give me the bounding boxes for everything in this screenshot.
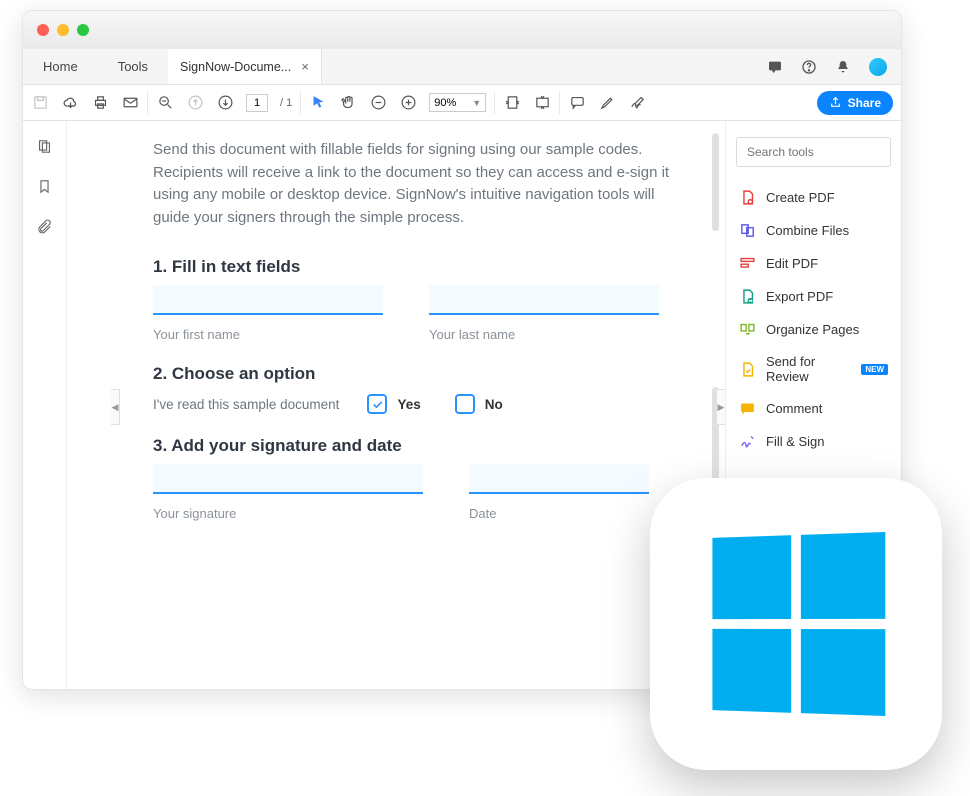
- first-name-label: Your first name: [153, 327, 383, 342]
- tool-icon: [739, 189, 756, 206]
- titlebar: [23, 11, 901, 49]
- date-input[interactable]: [469, 464, 649, 494]
- pointer-icon[interactable]: [309, 94, 327, 112]
- plus-circle-icon[interactable]: [399, 94, 417, 112]
- page-up-icon[interactable]: [186, 94, 204, 112]
- maximize-window-button[interactable]: [77, 24, 89, 36]
- zoom-value: 90%: [434, 97, 468, 109]
- tool-item-comment[interactable]: Comment: [736, 392, 891, 425]
- help-icon[interactable]: [801, 59, 817, 75]
- collapse-left-button[interactable]: ◀: [111, 389, 120, 425]
- tool-label: Combine Files: [766, 223, 849, 238]
- left-sidebar: [23, 121, 67, 689]
- checkbox-no[interactable]: [455, 394, 475, 414]
- section-1-heading: 1. Fill in text fields: [153, 257, 689, 277]
- share-button[interactable]: Share: [817, 91, 893, 115]
- bell-icon[interactable]: [835, 59, 851, 75]
- tool-label: Organize Pages: [766, 322, 859, 337]
- tool-item-send-for-review[interactable]: Send for Review NEW: [736, 346, 891, 392]
- attachment-icon[interactable]: [36, 217, 54, 235]
- document-view: Send this document with fillable fields …: [67, 121, 725, 689]
- tab-tools[interactable]: Tools: [98, 49, 168, 84]
- fit-width-icon[interactable]: [503, 94, 521, 112]
- sign-icon[interactable]: [628, 94, 646, 112]
- minimize-window-button[interactable]: [57, 24, 69, 36]
- print-icon[interactable]: [91, 94, 109, 112]
- tab-home[interactable]: Home: [23, 49, 98, 84]
- page-total: / 1: [280, 97, 292, 109]
- toolbar: / 1 90% ▼ Share: [23, 85, 901, 121]
- tool-icon: [739, 400, 756, 417]
- tool-icon: [739, 288, 756, 305]
- avatar[interactable]: [869, 58, 887, 76]
- collapse-right-button[interactable]: ▶: [716, 389, 725, 425]
- tab-document[interactable]: SignNow-Docume... ×: [168, 49, 322, 84]
- last-name-input[interactable]: [429, 285, 659, 315]
- tool-item-export-pdf[interactable]: Export PDF: [736, 280, 891, 313]
- mail-icon[interactable]: [121, 94, 139, 112]
- comment-icon[interactable]: [568, 94, 586, 112]
- tool-item-edit-pdf[interactable]: Edit PDF: [736, 247, 891, 280]
- tab-bar: Home Tools SignNow-Docume... ×: [23, 49, 901, 85]
- tool-label: Send for Review: [766, 354, 851, 384]
- tab-label: SignNow-Docume...: [180, 60, 291, 74]
- tool-item-fill-sign[interactable]: Fill & Sign: [736, 425, 891, 458]
- first-name-input[interactable]: [153, 285, 383, 315]
- document-description: Send this document with fillable fields …: [153, 139, 673, 229]
- option-prompt: I've read this sample document: [153, 397, 339, 412]
- close-window-button[interactable]: [37, 24, 49, 36]
- tool-item-organize-pages[interactable]: Organize Pages: [736, 313, 891, 346]
- tool-label: Export PDF: [766, 289, 833, 304]
- tool-item-create-pdf[interactable]: Create PDF: [736, 181, 891, 214]
- checkbox-yes[interactable]: [367, 394, 387, 414]
- new-badge: NEW: [861, 364, 888, 375]
- page-down-icon[interactable]: [216, 94, 234, 112]
- search-tools-input[interactable]: [736, 137, 891, 167]
- close-tab-icon[interactable]: ×: [301, 59, 309, 74]
- highlight-icon[interactable]: [598, 94, 616, 112]
- signature-label: Your signature: [153, 506, 423, 521]
- page-number-input[interactable]: [246, 94, 268, 112]
- tool-label: Edit PDF: [766, 256, 818, 271]
- thumbnails-icon[interactable]: [36, 137, 54, 155]
- zoom-select[interactable]: 90% ▼: [429, 93, 486, 112]
- tool-icon: [739, 433, 756, 450]
- tool-label: Create PDF: [766, 190, 835, 205]
- tool-icon: [739, 222, 756, 239]
- windows-logo-icon: [712, 532, 885, 716]
- tool-label: Comment: [766, 401, 822, 416]
- tool-label: Fill & Sign: [766, 434, 825, 449]
- save-icon[interactable]: [31, 94, 49, 112]
- scrollbar-thumb[interactable]: [712, 133, 719, 231]
- last-name-label: Your last name: [429, 327, 659, 342]
- tool-icon: [739, 361, 756, 378]
- share-label: Share: [848, 96, 881, 110]
- no-label: No: [485, 397, 503, 412]
- bookmark-icon[interactable]: [36, 177, 54, 195]
- signature-input[interactable]: [153, 464, 423, 494]
- tool-icon: [739, 321, 756, 338]
- section-3-heading: 3. Add your signature and date: [153, 436, 689, 456]
- section-2-heading: 2. Choose an option: [153, 364, 689, 384]
- fit-page-icon[interactable]: [533, 94, 551, 112]
- tool-icon: [739, 255, 756, 272]
- tool-item-combine-files[interactable]: Combine Files: [736, 214, 891, 247]
- minus-circle-icon[interactable]: [369, 94, 387, 112]
- zoom-out-icon[interactable]: [156, 94, 174, 112]
- cloud-icon[interactable]: [61, 94, 79, 112]
- yes-label: Yes: [397, 397, 420, 412]
- windows-badge: [650, 478, 942, 770]
- chat-icon[interactable]: [767, 59, 783, 75]
- hand-icon[interactable]: [339, 94, 357, 112]
- date-label: Date: [469, 506, 649, 521]
